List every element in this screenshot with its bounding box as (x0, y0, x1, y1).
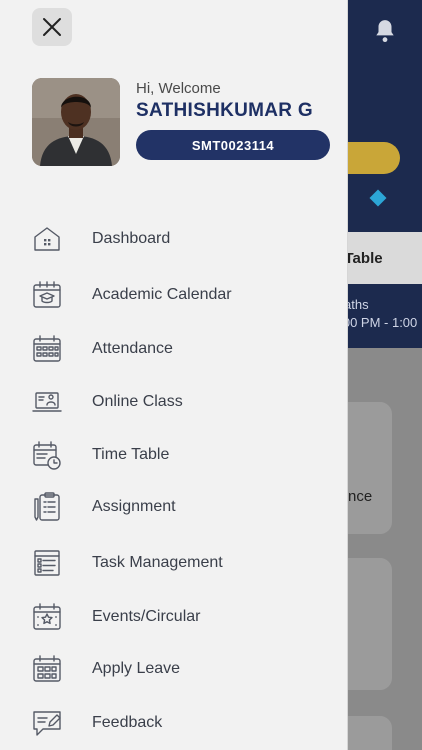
bell-icon[interactable] (372, 18, 398, 44)
task-management-icon (34, 550, 60, 576)
academic-calendar-icon (33, 281, 61, 308)
menu-item-time-table[interactable]: Time Table (0, 430, 348, 480)
menu-label-apply-leave: Apply Leave (92, 660, 181, 677)
user-name: SATHISHKUMAR G (136, 100, 313, 121)
menu-label-attendance: Attendance (92, 340, 173, 357)
menu-item-events-circular[interactable]: Events/Circular (0, 592, 348, 642)
menu-item-feedback[interactable]: Feedback (0, 698, 348, 748)
navigation-drawer: Hi, Welcome SATHISHKUMAR G SMT0023114 Da… (0, 0, 348, 750)
menu-label-assignment: Assignment (92, 498, 176, 515)
menu-item-academic-calendar[interactable]: Academic Calendar (0, 270, 348, 320)
assignment-icon (34, 492, 60, 521)
menu-item-task-management[interactable]: Task Management (0, 538, 348, 588)
menu-label-time-table: Time Table (92, 446, 170, 463)
background-card-label: nce (348, 488, 373, 505)
menu-label-events-circular: Events/Circular (92, 608, 201, 625)
close-icon (43, 18, 61, 36)
avatar (32, 78, 120, 166)
time-table-icon (33, 441, 61, 470)
menu-item-online-class[interactable]: Online Class (0, 377, 348, 427)
feedback-icon (33, 711, 61, 736)
menu-label-online-class: Online Class (92, 393, 183, 410)
user-photo (32, 78, 120, 166)
menu-item-assignment[interactable]: Assignment (0, 482, 348, 532)
menu-item-attendance[interactable]: Attendance (0, 324, 348, 374)
events-icon (33, 603, 61, 630)
welcome-text: Hi, Welcome (136, 80, 221, 97)
menu-label-dashboard: Dashboard (92, 230, 171, 247)
close-button[interactable] (32, 8, 72, 46)
menu-item-dashboard[interactable]: Dashboard (0, 214, 348, 264)
menu-item-apply-leave[interactable]: Apply Leave (0, 644, 348, 694)
home-icon (34, 227, 60, 251)
menu-label-feedback: Feedback (92, 714, 163, 731)
attendance-icon (33, 335, 61, 362)
apply-leave-icon (33, 655, 61, 682)
menu-label-task-management: Task Management (92, 554, 223, 571)
online-class-icon (32, 392, 62, 412)
menu-label-academic-calendar: Academic Calendar (92, 286, 232, 303)
user-id-badge: SMT0023114 (136, 130, 330, 160)
